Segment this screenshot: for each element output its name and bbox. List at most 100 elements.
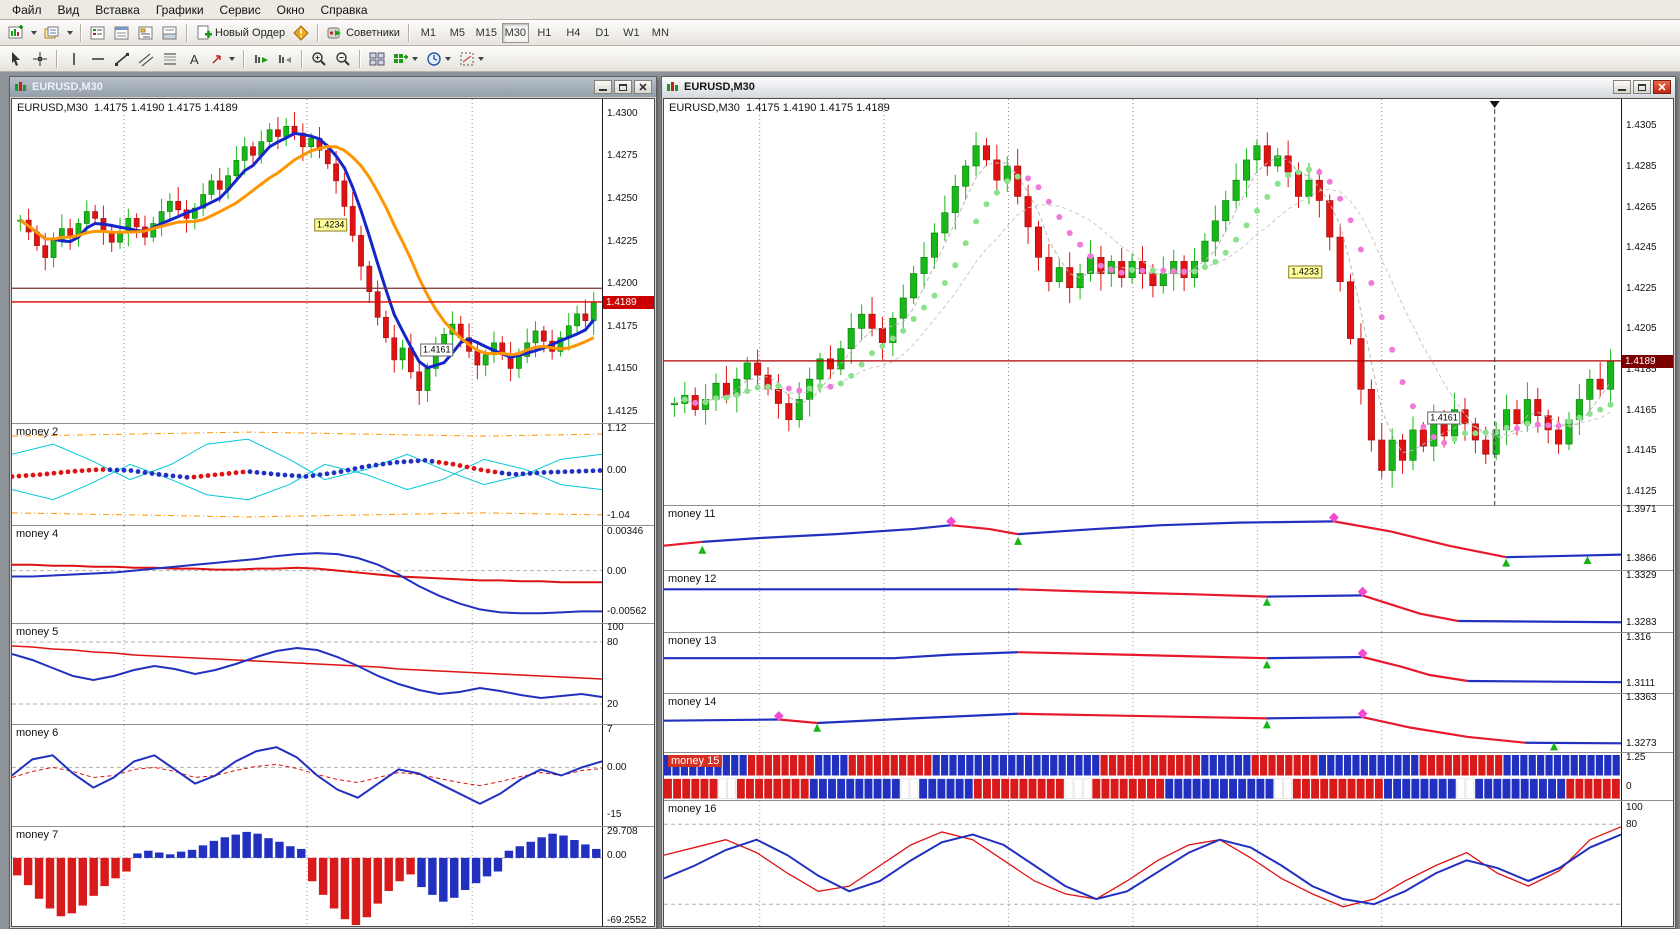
menu-charts[interactable]: Графики [148,1,212,19]
templates-dropdown[interactable] [455,48,488,70]
price-tag[interactable]: 1.4161 [420,343,454,356]
chart-window-left[interactable]: EURUSD,M30 EURUSD,M30 1.4175 1.4190 1.41… [9,76,657,929]
timeframe-m5[interactable]: M5 [444,23,471,43]
indicator-chart[interactable] [664,801,1621,927]
left-pane-money5[interactable]: money 5 1008020 [12,623,654,724]
indicator-axis[interactable]: 70.00-15 [602,725,654,826]
chart-shift-button[interactable] [273,48,297,70]
periods-dropdown[interactable] [422,48,455,70]
indicator-chart[interactable] [664,694,1621,752]
indicator-axis[interactable]: 0.003460.00-0.00562 [602,526,654,623]
menu-window[interactable]: Окно [269,1,313,19]
data-window-button[interactable] [110,22,134,44]
zoom-out-button[interactable] [331,48,355,70]
indicator-axis[interactable]: 1.3161.3111 [1621,633,1673,693]
autotrading-alert-button[interactable] [289,22,313,44]
indicators-dropdown[interactable] [389,48,422,70]
price-tag[interactable]: 1.4161 [1427,411,1461,424]
menu-insert[interactable]: Вставка [87,1,148,19]
right-pane-money14[interactable]: money 14 1.33631.3273 [664,693,1673,752]
indicator-chart[interactable] [12,526,602,623]
left-pane-money4[interactable]: money 4 0.003460.00-0.00562 [12,525,654,623]
expert-advisors-button[interactable]: Советники [323,22,404,44]
auto-scroll-button[interactable] [249,48,273,70]
left-maximize-button[interactable] [614,80,632,94]
timeframe-m30[interactable]: M30 [502,23,529,43]
right-price-pane[interactable]: EURUSD,M30 1.4175 1.4190 1.4175 1.4189 1… [664,99,1673,505]
new-order-button[interactable]: Новый Ордер [192,22,289,44]
left-price-axis[interactable]: 1.43001.42751.42501.42251.42001.41751.41… [602,99,654,423]
new-chart-dropdown[interactable] [28,22,40,44]
menu-tools[interactable]: Сервис [212,1,269,19]
indicator-chart[interactable] [12,424,602,525]
left-pane-money2[interactable]: money 2 1.120.00-1.04 [12,423,654,525]
indicator-axis[interactable]: 10080 [1621,801,1673,927]
indicator-chart[interactable] [664,571,1621,632]
menu-help[interactable]: Справка [313,1,376,19]
indicator-axis[interactable]: 1008020 [602,624,654,724]
right-price-chart[interactable] [664,99,1621,505]
menu-view[interactable]: Вид [50,1,88,19]
terminal-button[interactable] [158,22,182,44]
timeframe-w1[interactable]: W1 [618,23,645,43]
cursor-button[interactable] [4,48,28,70]
indicator-chart[interactable] [664,506,1621,570]
right-window-titlebar[interactable]: EURUSD,M30 [662,77,1675,97]
text-button[interactable]: A [182,48,206,70]
indicator-axis[interactable]: 29.7080.00-69.2552 [602,827,654,927]
right-pane-money12[interactable]: money 12 1.33291.3283 [664,570,1673,632]
tile-windows-button[interactable] [365,48,389,70]
chevron-down-icon [412,57,418,61]
profiles-icon [44,25,60,41]
indicator-chart[interactable] [12,624,602,724]
indicator-chart[interactable] [12,725,602,826]
left-window-titlebar[interactable]: EURUSD,M30 [10,77,656,97]
navigator-button[interactable] [134,22,158,44]
left-price-pane[interactable]: EURUSD,M30 1.4175 1.4190 1.4175 1.4189 1… [12,99,654,423]
indicator-chart[interactable] [664,633,1621,693]
left-price-chart[interactable] [12,99,602,423]
timeframe-m15[interactable]: M15 [473,23,500,43]
right-restore-button[interactable] [1633,80,1651,94]
current-price-box: 1.4189 [1622,355,1674,368]
right-minimize-button[interactable] [1613,80,1631,94]
horizontal-line-button[interactable] [86,48,110,70]
indicator-axis[interactable]: 1.250 [1621,753,1673,800]
right-pane-money13[interactable]: money 13 1.3161.3111 [664,632,1673,693]
new-chart-button[interactable] [4,22,28,44]
profiles-button[interactable] [40,22,64,44]
left-pane-money7[interactable]: money 7 29.7080.00-69.2552 [12,826,654,927]
indicator-axis[interactable]: 1.33631.3273 [1621,694,1673,752]
indicator-chart[interactable] [664,753,1621,800]
right-pane-money11[interactable]: money 11 1.39711.3866 [664,505,1673,570]
profiles-dropdown[interactable] [64,22,76,44]
timeframe-d1[interactable]: D1 [589,23,616,43]
timeframe-mn[interactable]: MN [647,23,674,43]
indicator-chart[interactable] [12,827,602,927]
arrow-tools-dropdown[interactable] [206,48,239,70]
indicator-axis[interactable]: 1.33291.3283 [1621,571,1673,632]
right-close-button[interactable] [1653,80,1671,94]
vertical-line-button[interactable] [62,48,86,70]
fibonacci-button[interactable] [158,48,182,70]
right-pane-money16[interactable]: money 16 10080 [664,800,1673,927]
timeframe-m1[interactable]: M1 [415,23,442,43]
market-watch-button[interactable] [86,22,110,44]
timeframe-h4[interactable]: H4 [560,23,587,43]
crosshair-button[interactable] [28,48,52,70]
timeframe-h1[interactable]: H1 [531,23,558,43]
equidistant-channel-button[interactable] [134,48,158,70]
left-pane-money6[interactable]: money 6 70.00-15 [12,724,654,826]
price-tag[interactable]: 1.4234 [314,219,348,232]
right-pane-money15[interactable]: money 15 1.250 [664,752,1673,800]
zoom-in-button[interactable] [307,48,331,70]
indicator-axis[interactable]: 1.120.00-1.04 [602,424,654,525]
chart-window-right[interactable]: EURUSD,M30 EURUSD,M30 1.4175 1.4190 1.41… [661,76,1676,929]
left-close-button[interactable] [634,80,652,94]
price-tag[interactable]: 1.4233 [1288,265,1322,278]
left-minimize-button[interactable] [594,80,612,94]
indicator-axis[interactable]: 1.39711.3866 [1621,506,1673,570]
menu-file[interactable]: Файл [4,1,50,19]
right-price-axis[interactable]: 1.43051.42851.42651.42451.42251.42051.41… [1621,99,1673,505]
trendline-button[interactable] [110,48,134,70]
